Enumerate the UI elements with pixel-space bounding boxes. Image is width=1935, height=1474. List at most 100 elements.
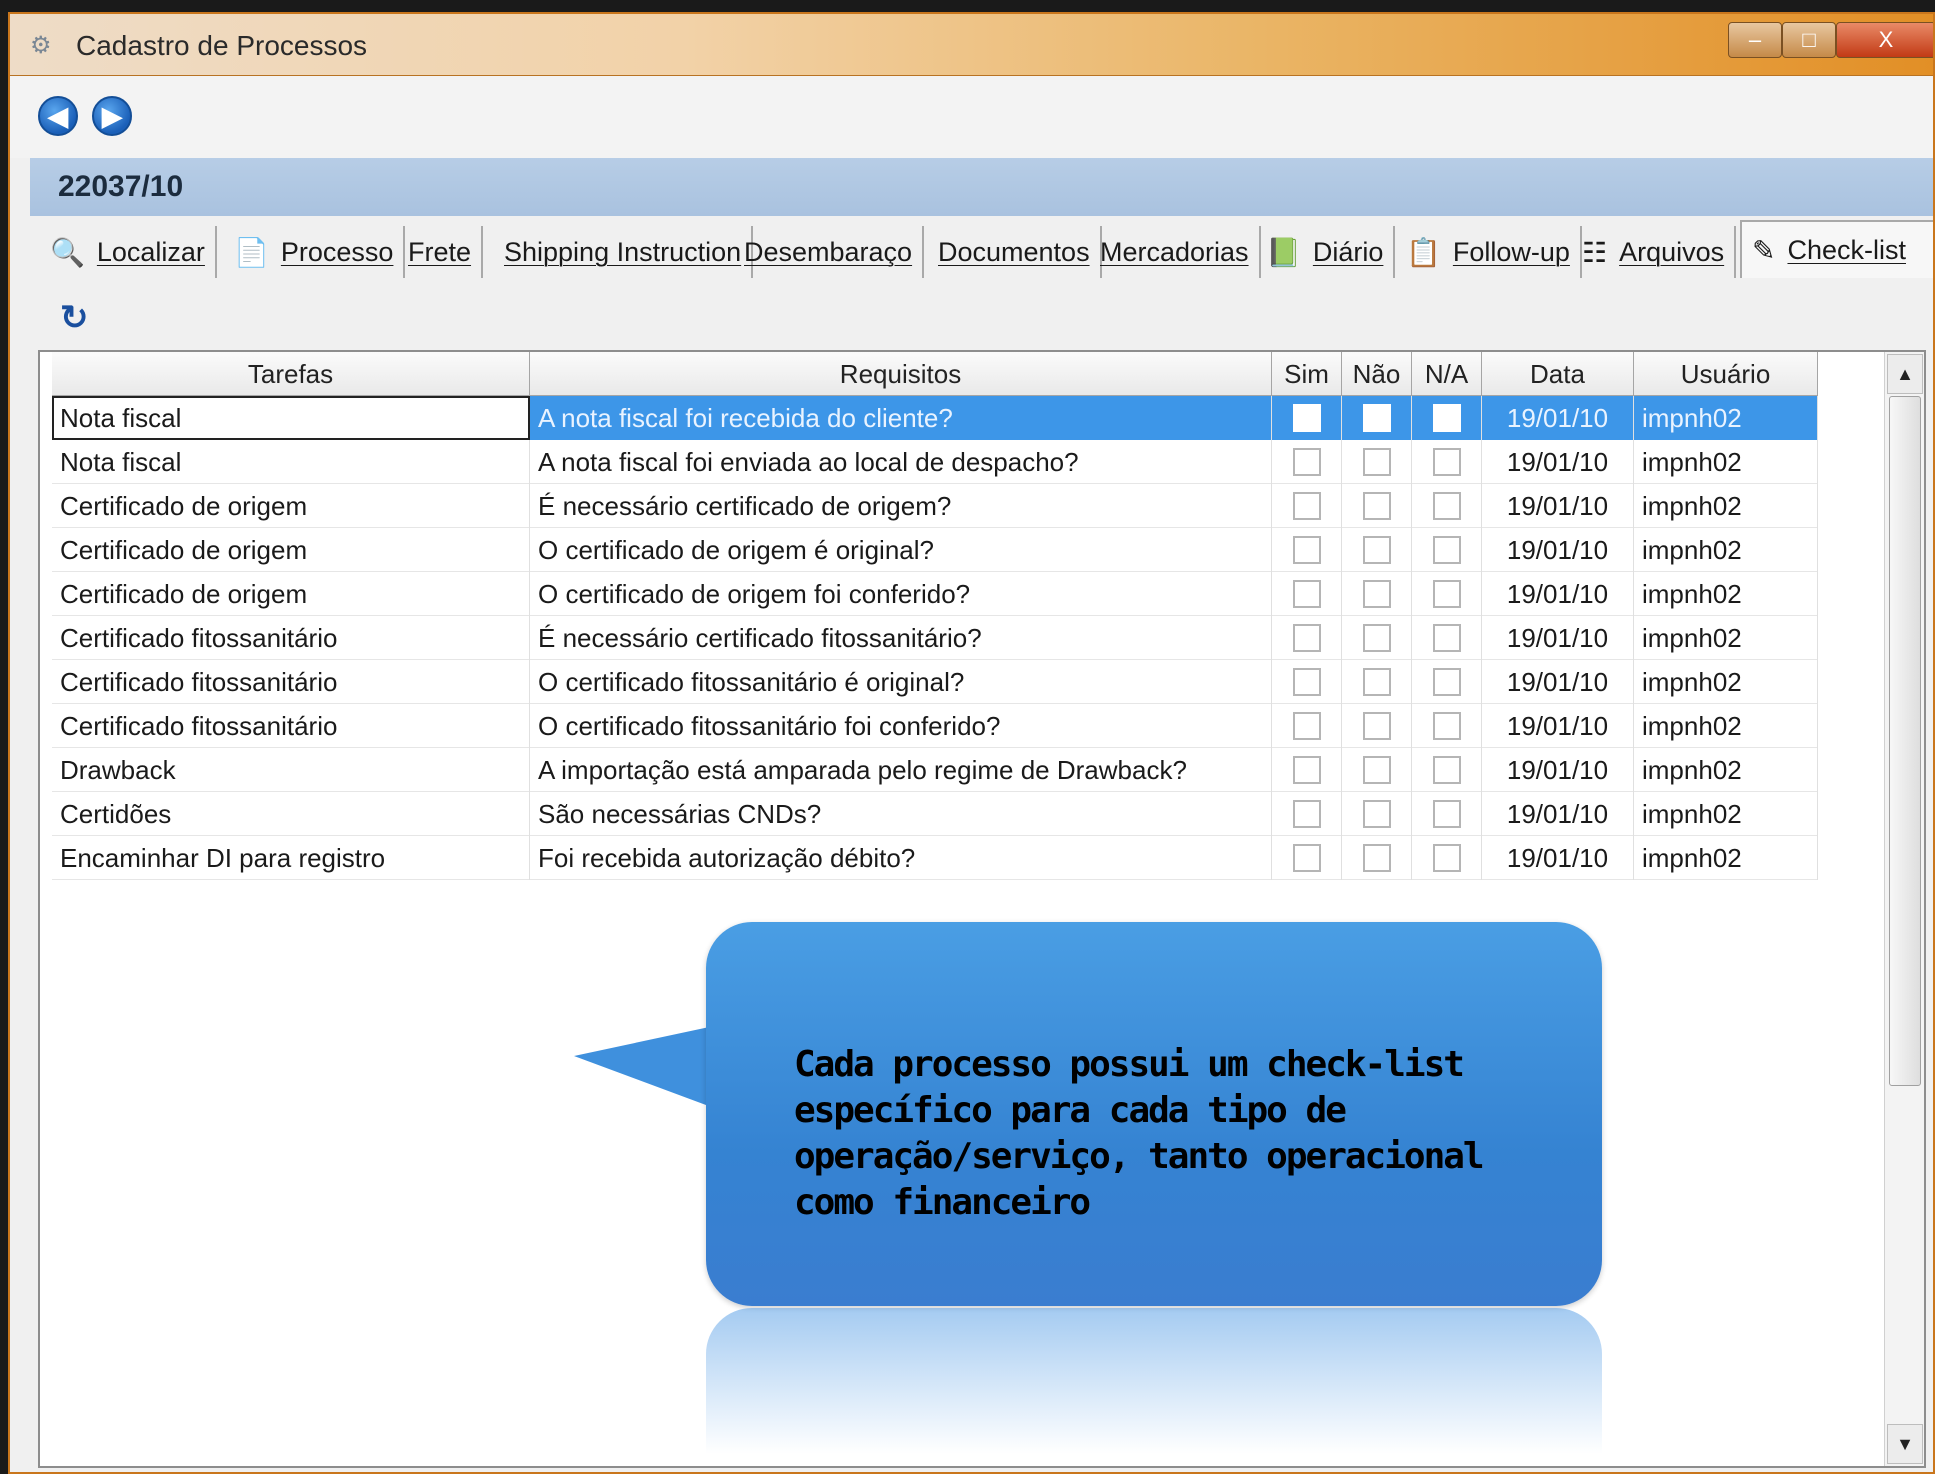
scroll-down-arrow-icon[interactable]: ▼ <box>1887 1424 1923 1464</box>
cell-requisito[interactable]: O certificado fitossanitário é original? <box>530 660 1272 704</box>
cell-data[interactable]: 19/01/10 <box>1482 836 1634 880</box>
checkbox-na[interactable] <box>1432 800 1461 828</box>
checkbox-na[interactable] <box>1432 756 1461 784</box>
checkbox-na[interactable] <box>1432 580 1461 608</box>
table-row[interactable]: Nota fiscal A nota fiscal foi recebida do… <box>52 396 1818 440</box>
checkbox-na[interactable] <box>1432 624 1461 652</box>
table-row[interactable]: Certificado de origem É necessário certif… <box>52 484 1818 528</box>
scroll-thumb[interactable] <box>1889 396 1921 1086</box>
cell-data[interactable]: 19/01/10 <box>1482 484 1634 528</box>
cell-data[interactable]: 19/01/10 <box>1482 528 1634 572</box>
table-row[interactable]: Certificado fitossanitário É necessário c… <box>52 616 1818 660</box>
checkbox-na[interactable] <box>1432 536 1461 564</box>
checkbox-sim[interactable] <box>1292 712 1321 740</box>
checkbox-sim[interactable] <box>1292 844 1321 872</box>
cell-requisito[interactable]: É necessário certificado fitossanitário? <box>530 616 1272 660</box>
tab-diario[interactable]: 📗 Diário <box>1256 226 1396 278</box>
tab-localizar[interactable]: 🔍 Localizar <box>40 226 217 278</box>
cell-usuario[interactable]: impnh02 <box>1634 396 1818 440</box>
cell-requisito[interactable]: É necessário certificado de origem? <box>530 484 1272 528</box>
cell-tarefa[interactable]: Encaminhar DI para registro <box>52 836 530 880</box>
cell-requisito[interactable]: Foi recebida autorização débito? <box>530 836 1272 880</box>
checkbox-sim[interactable] <box>1292 668 1321 696</box>
cell-data[interactable]: 19/01/10 <box>1482 792 1634 836</box>
checkbox-sim[interactable] <box>1292 580 1321 608</box>
tab-desembaraco[interactable]: Desembaraço <box>734 226 925 278</box>
cell-tarefa[interactable]: Nota fiscal <box>52 396 530 440</box>
vertical-scrollbar[interactable]: ▲ ▼ <box>1884 352 1924 1466</box>
tab-documentos[interactable]: Documentos <box>928 226 1102 278</box>
table-row[interactable]: Certificado de origem O certificado de or… <box>52 528 1818 572</box>
checkbox-sim[interactable] <box>1292 536 1321 564</box>
cell-tarefa[interactable]: Certificado de origem <box>52 484 530 528</box>
checkbox-nao[interactable] <box>1362 668 1391 696</box>
table-row[interactable]: Certificado fitossanitário O certificado … <box>52 660 1818 704</box>
cell-usuario[interactable]: impnh02 <box>1634 572 1818 616</box>
table-row[interactable]: Certificado de origem O certificado de or… <box>52 572 1818 616</box>
checkbox-na[interactable] <box>1432 844 1461 872</box>
cell-requisito[interactable]: O certificado de origem é original? <box>530 528 1272 572</box>
forward-arrow-icon[interactable]: ▶ <box>92 96 132 136</box>
cell-data[interactable]: 19/01/10 <box>1482 396 1634 440</box>
minimize-button[interactable]: – <box>1728 22 1782 58</box>
tab-processo[interactable]: 📄 Processo <box>224 226 406 278</box>
checkbox-nao[interactable] <box>1362 712 1391 740</box>
cell-requisito[interactable]: A importação está amparada pelo regime d… <box>530 748 1272 792</box>
table-row[interactable]: Encaminhar DI para registro Foi recebida … <box>52 836 1818 880</box>
checkbox-nao[interactable] <box>1362 844 1391 872</box>
checkbox-nao[interactable] <box>1362 536 1391 564</box>
checkbox-na[interactable] <box>1432 448 1461 476</box>
tab-check-list[interactable]: ✎ Check-list <box>1740 220 1933 278</box>
checkbox-na[interactable] <box>1432 668 1461 696</box>
cell-requisito[interactable]: A nota fiscal foi recebida do cliente? <box>530 396 1272 440</box>
checkbox-na[interactable] <box>1432 404 1461 432</box>
tab-mercadorias[interactable]: Mercadorias <box>1090 226 1261 278</box>
column-header-requisitos[interactable]: Requisitos <box>530 352 1272 396</box>
cell-usuario[interactable]: impnh02 <box>1634 836 1818 880</box>
checkbox-na[interactable] <box>1432 712 1461 740</box>
cell-usuario[interactable]: impnh02 <box>1634 704 1818 748</box>
cell-tarefa[interactable]: Certificado fitossanitário <box>52 616 530 660</box>
scroll-up-arrow-icon[interactable]: ▲ <box>1887 354 1923 394</box>
close-button[interactable]: X <box>1836 22 1933 58</box>
checkbox-sim[interactable] <box>1292 448 1321 476</box>
cell-data[interactable]: 19/01/10 <box>1482 572 1634 616</box>
checkbox-nao[interactable] <box>1362 800 1391 828</box>
checkbox-sim[interactable] <box>1292 492 1321 520</box>
cell-usuario[interactable]: impnh02 <box>1634 528 1818 572</box>
tab-shipping-instruction[interactable]: Shipping Instruction <box>494 226 754 278</box>
checkbox-sim[interactable] <box>1292 800 1321 828</box>
tab-frete[interactable]: Frete <box>398 226 484 278</box>
maximize-button[interactable]: □ <box>1782 22 1836 58</box>
cell-tarefa[interactable]: Nota fiscal <box>52 440 530 484</box>
checkbox-sim[interactable] <box>1292 756 1321 784</box>
cell-usuario[interactable]: impnh02 <box>1634 660 1818 704</box>
cell-data[interactable]: 19/01/10 <box>1482 616 1634 660</box>
cell-requisito[interactable]: O certificado de origem foi conferido? <box>530 572 1272 616</box>
tab-follow-up[interactable]: 📋 Follow-up <box>1396 226 1582 278</box>
cell-tarefa[interactable]: Certidões <box>52 792 530 836</box>
checkbox-nao[interactable] <box>1362 404 1391 432</box>
back-arrow-icon[interactable]: ◀ <box>38 96 78 136</box>
table-row[interactable]: Nota fiscal A nota fiscal foi enviada ao … <box>52 440 1818 484</box>
cell-usuario[interactable]: impnh02 <box>1634 616 1818 660</box>
column-header-tarefas[interactable]: Tarefas <box>52 352 530 396</box>
title-bar[interactable]: ⚙ Cadastro de Processos – □ X <box>10 14 1933 76</box>
cell-data[interactable]: 19/01/10 <box>1482 660 1634 704</box>
column-header-na[interactable]: N/A <box>1412 352 1482 396</box>
checkbox-nao[interactable] <box>1362 624 1391 652</box>
cell-requisito[interactable]: São necessárias CNDs? <box>530 792 1272 836</box>
cell-tarefa[interactable]: Certificado de origem <box>52 528 530 572</box>
cell-tarefa[interactable]: Certificado fitossanitário <box>52 660 530 704</box>
checkbox-na[interactable] <box>1432 492 1461 520</box>
table-row[interactable]: Drawback A importação está amparada pelo … <box>52 748 1818 792</box>
cell-tarefa[interactable]: Drawback <box>52 748 530 792</box>
cell-data[interactable]: 19/01/10 <box>1482 704 1634 748</box>
column-header-usuario[interactable]: Usuário <box>1634 352 1818 396</box>
cell-tarefa[interactable]: Certificado de origem <box>52 572 530 616</box>
column-header-sim[interactable]: Sim <box>1272 352 1342 396</box>
cell-tarefa[interactable]: Certificado fitossanitário <box>52 704 530 748</box>
checkbox-nao[interactable] <box>1362 492 1391 520</box>
cell-data[interactable]: 19/01/10 <box>1482 440 1634 484</box>
cell-data[interactable]: 19/01/10 <box>1482 748 1634 792</box>
